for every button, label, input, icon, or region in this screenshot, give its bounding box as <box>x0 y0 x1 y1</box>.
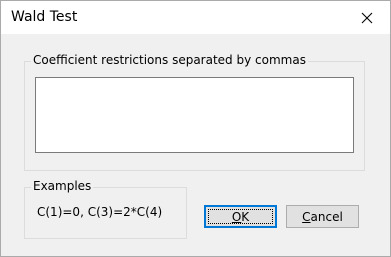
dialog-title: Wald Test <box>11 9 78 25</box>
ok-button[interactable]: OK <box>204 205 277 228</box>
examples-text: C(1)=0, C(3)=2*C(4) <box>37 205 163 219</box>
cancel-label-rest: ancel <box>310 209 343 224</box>
cancel-button[interactable]: Cancel <box>286 205 359 228</box>
examples-group-label: Examples <box>31 179 94 193</box>
close-button[interactable] <box>344 1 390 34</box>
restrictions-group-label: Coefficient restrictions separated by co… <box>31 53 308 67</box>
wald-test-dialog: Wald Test Coefficient restrictions separ… <box>0 0 391 257</box>
restrictions-input[interactable] <box>35 77 354 153</box>
ok-mnemonic: O <box>231 209 242 224</box>
title-bar[interactable]: Wald Test <box>1 1 390 34</box>
ok-label-rest: K <box>241 209 250 224</box>
close-icon <box>361 12 373 23</box>
examples-group: Examples C(1)=0, C(3)=2*C(4) <box>24 179 187 239</box>
cancel-mnemonic: C <box>302 209 311 224</box>
restrictions-group: Coefficient restrictions separated by co… <box>24 53 365 171</box>
dialog-body: Coefficient restrictions separated by co… <box>1 34 390 256</box>
